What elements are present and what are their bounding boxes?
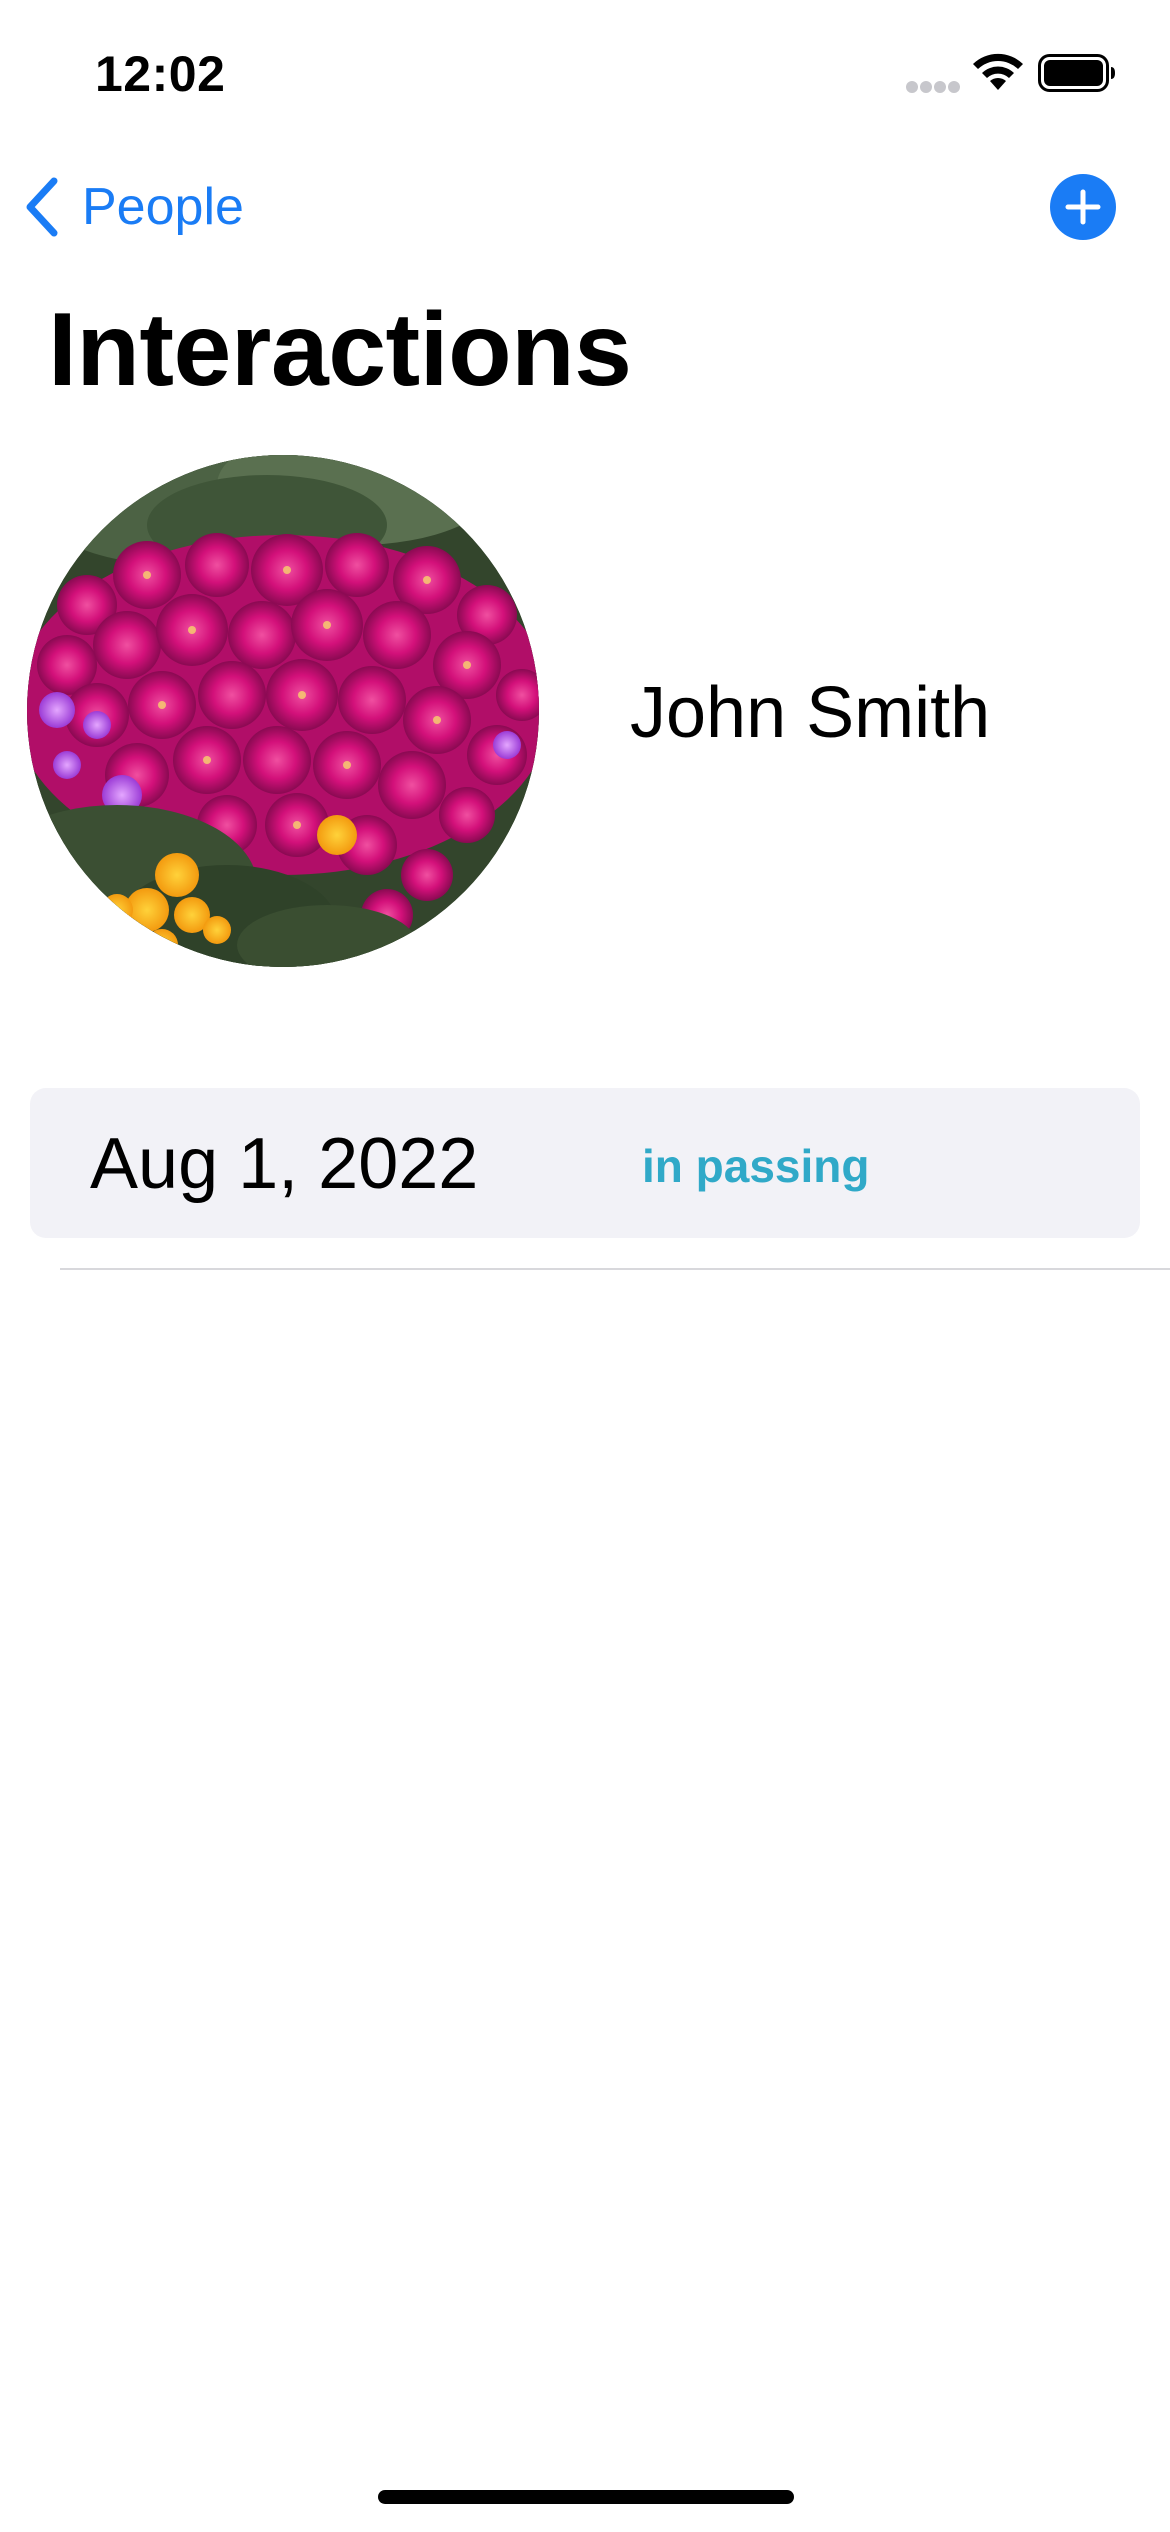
interaction-row[interactable]: Aug 1, 2022 in passing <box>30 1088 1140 1238</box>
page-title: Interactions <box>48 292 632 408</box>
flower-photo <box>27 455 539 967</box>
person-name: John Smith <box>630 673 991 753</box>
back-button[interactable]: People <box>22 172 244 242</box>
back-label: People <box>82 178 244 236</box>
chevron-left-icon <box>26 177 58 237</box>
status-time: 12:02 <box>95 46 226 102</box>
cellular-signal-icon <box>906 81 960 93</box>
wifi-icon <box>973 53 1023 90</box>
add-interaction-button[interactable] <box>1050 174 1116 240</box>
interaction-type: in passing <box>642 1140 870 1192</box>
screen: 12:02 People Interactions John Smith Aug… <box>0 0 1170 2532</box>
interaction-date: Aug 1, 2022 <box>90 1124 479 1204</box>
home-indicator[interactable] <box>378 2490 794 2504</box>
battery-icon <box>1038 54 1115 92</box>
plus-icon <box>1065 189 1101 225</box>
row-separator <box>60 1268 1170 1270</box>
avatar[interactable] <box>27 455 539 967</box>
